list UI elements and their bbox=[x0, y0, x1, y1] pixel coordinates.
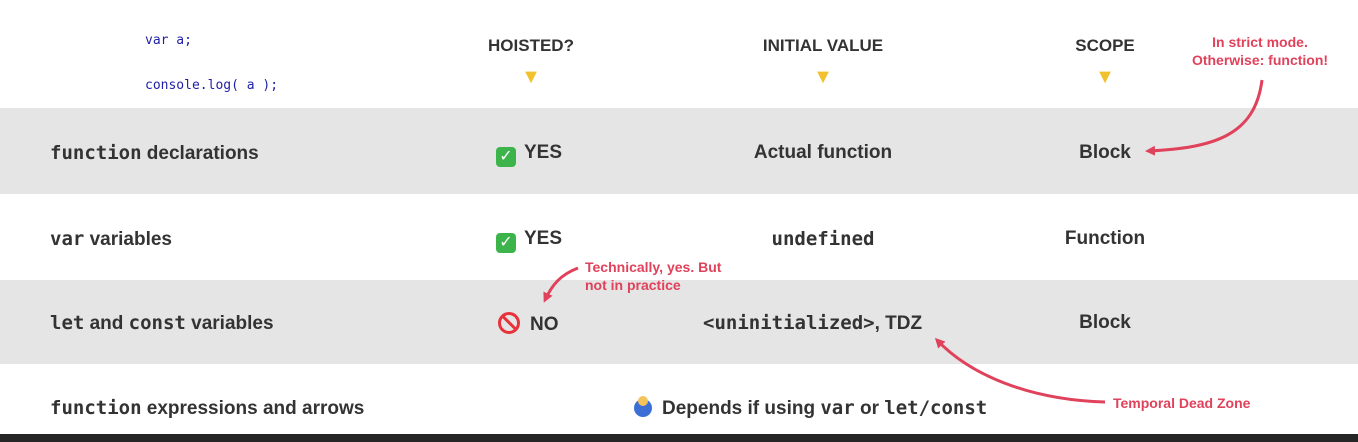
code-line-1: var a; bbox=[145, 33, 192, 48]
merged-cell: Depends if using var or let/const bbox=[634, 396, 988, 420]
hoisted-cell: NO bbox=[498, 312, 559, 336]
code-line-2: console.log( a ); bbox=[145, 78, 279, 93]
hoisted-value: YES bbox=[524, 228, 563, 249]
scope-cell: Block bbox=[1079, 142, 1131, 163]
check-mark-icon: ✓ bbox=[496, 233, 516, 253]
row-label-code: function bbox=[50, 142, 142, 164]
pointing-down-icon: ▼ bbox=[521, 66, 541, 88]
note-line: Technically, yes. But bbox=[585, 259, 722, 275]
note-line: Otherwise: function! bbox=[1191, 52, 1329, 68]
bottom-bar bbox=[0, 434, 1358, 442]
initial-value-cell: Actual function bbox=[753, 142, 893, 163]
note-strict-mode: In strict mode. Otherwise: function! bbox=[1170, 33, 1350, 69]
hoisted-value: NO bbox=[530, 314, 559, 335]
hoisted-value: YES bbox=[524, 142, 563, 163]
row-label-code: let bbox=[50, 312, 85, 334]
row-label-code: function bbox=[50, 397, 142, 419]
row-label-let-const-variables: let and const variables bbox=[50, 312, 274, 335]
check-mark-icon: ✓ bbox=[496, 147, 516, 167]
row-label-text: declarations bbox=[141, 143, 259, 164]
note-technically: Technically, yes. But not in practice bbox=[585, 258, 721, 294]
hoisted-cell: ✓ YES bbox=[496, 142, 562, 167]
row-label-text: expressions and arrows bbox=[141, 398, 365, 419]
initial-value-text: , TDZ bbox=[874, 313, 923, 334]
row-label-code: const bbox=[128, 312, 186, 334]
initial-value-code: <uninitialized> bbox=[703, 312, 875, 334]
header-initial-value: INITIAL VALUE bbox=[762, 36, 884, 55]
merged-text: or bbox=[854, 398, 885, 419]
merged-code: let/const bbox=[884, 397, 988, 419]
note-tdz: Temporal Dead Zone bbox=[1113, 395, 1251, 411]
no-entry-icon bbox=[498, 312, 520, 334]
row-label-var-variables: var variables bbox=[50, 228, 172, 251]
row-label-text: variables bbox=[84, 229, 172, 250]
pointing-down-icon: ▼ bbox=[1095, 66, 1115, 88]
initial-value-cell: <uninitialized>, TDZ bbox=[703, 312, 922, 335]
initial-value-cell: undefined bbox=[771, 228, 875, 250]
note-line: not in practice bbox=[585, 277, 681, 293]
row-label-code: var bbox=[50, 228, 85, 250]
merged-text: Depends if using bbox=[662, 398, 821, 419]
hoisted-cell: ✓ YES bbox=[496, 228, 562, 253]
scope-cell: Block bbox=[1079, 312, 1131, 333]
note-line: In strict mode. bbox=[1212, 34, 1308, 50]
merged-code: var bbox=[820, 397, 855, 419]
row-label-function-expressions: function expressions and arrows bbox=[50, 397, 364, 420]
row-label-text: and bbox=[84, 313, 129, 334]
pointing-down-icon: ▼ bbox=[813, 66, 833, 88]
header-hoisted: HOISTED? bbox=[488, 36, 574, 55]
row-label-function-declarations: function declarations bbox=[50, 142, 259, 165]
shrug-icon bbox=[634, 396, 652, 417]
row-label-text: variables bbox=[185, 313, 274, 334]
scope-cell: Function bbox=[1064, 228, 1146, 249]
